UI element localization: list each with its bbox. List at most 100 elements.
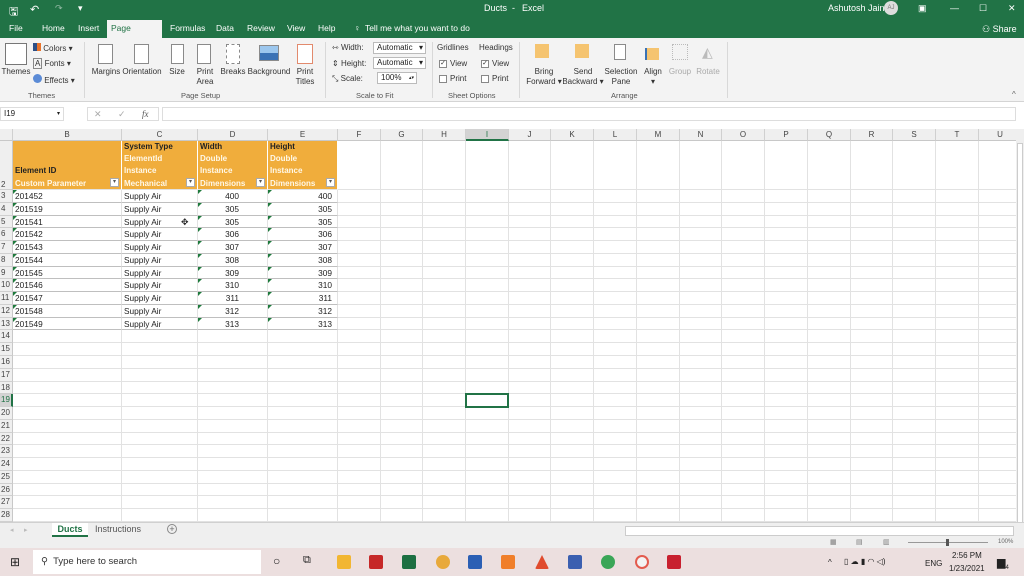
table-cell[interactable]: 305 bbox=[198, 215, 268, 229]
size-button[interactable]: Size bbox=[166, 67, 188, 77]
cell[interactable] bbox=[893, 432, 936, 446]
cell[interactable] bbox=[808, 470, 851, 484]
cell[interactable] bbox=[268, 458, 338, 471]
cell[interactable] bbox=[765, 432, 808, 446]
table-cell[interactable]: 308 bbox=[268, 253, 338, 267]
cell[interactable] bbox=[637, 215, 680, 229]
cell[interactable] bbox=[765, 343, 808, 356]
column-header-B[interactable]: B bbox=[13, 129, 122, 141]
column-header-D[interactable]: D bbox=[198, 129, 268, 141]
r-app-icon[interactable] bbox=[568, 555, 582, 569]
cell[interactable] bbox=[680, 445, 722, 459]
column-header-Q[interactable]: Q bbox=[808, 129, 851, 141]
cell[interactable] bbox=[722, 458, 765, 471]
cell[interactable] bbox=[198, 496, 268, 510]
cell[interactable] bbox=[808, 215, 851, 229]
pdf-app-icon[interactable] bbox=[369, 555, 383, 569]
cell[interactable] bbox=[851, 343, 893, 356]
cell[interactable] bbox=[979, 394, 1016, 408]
cell[interactable] bbox=[423, 330, 466, 344]
tab-help[interactable]: Help bbox=[314, 20, 339, 38]
cell[interactable] bbox=[423, 368, 466, 382]
cell[interactable] bbox=[808, 228, 851, 242]
table-cell[interactable]: 313 bbox=[268, 317, 338, 331]
width-dropdown[interactable]: Automatic ▾ bbox=[373, 42, 426, 54]
cell[interactable] bbox=[936, 356, 979, 369]
column-header-P[interactable]: P bbox=[765, 129, 808, 141]
cell[interactable] bbox=[268, 470, 338, 484]
cell[interactable] bbox=[551, 241, 594, 254]
cell[interactable] bbox=[423, 141, 466, 190]
cell[interactable] bbox=[594, 202, 637, 216]
zoom-slider[interactable] bbox=[908, 539, 988, 546]
cell[interactable] bbox=[122, 445, 198, 459]
cell[interactable] bbox=[637, 407, 680, 420]
cell[interactable] bbox=[551, 419, 594, 433]
row-header-13[interactable]: 13 bbox=[0, 317, 13, 331]
redo-icon[interactable]: ↷ bbox=[55, 3, 63, 14]
cell[interactable] bbox=[808, 253, 851, 267]
cell[interactable] bbox=[423, 215, 466, 229]
table-cell[interactable]: 201519 bbox=[13, 202, 122, 216]
table-cell[interactable]: 309 bbox=[198, 266, 268, 280]
cell[interactable] bbox=[637, 470, 680, 484]
cell[interactable] bbox=[198, 509, 268, 522]
cell[interactable] bbox=[594, 228, 637, 242]
cell[interactable] bbox=[680, 458, 722, 471]
cell[interactable] bbox=[551, 330, 594, 344]
cell[interactable] bbox=[808, 266, 851, 280]
cell[interactable] bbox=[338, 304, 381, 318]
cell[interactable] bbox=[979, 305, 1016, 318]
cell[interactable] bbox=[851, 470, 893, 484]
page-break-view-icon[interactable]: ▥ bbox=[883, 538, 890, 546]
cell[interactable] bbox=[381, 266, 423, 280]
background-button[interactable]: Background bbox=[246, 67, 292, 77]
cell[interactable] bbox=[893, 228, 936, 242]
cell[interactable] bbox=[893, 304, 936, 318]
table-header-cell[interactable]: Width Double Instance Dimensions ▾ bbox=[198, 141, 268, 190]
column-header-H[interactable]: H bbox=[423, 129, 466, 141]
cell[interactable] bbox=[268, 356, 338, 369]
cell[interactable] bbox=[198, 381, 268, 395]
cell[interactable] bbox=[338, 215, 381, 229]
cell[interactable] bbox=[808, 304, 851, 318]
cell[interactable] bbox=[808, 509, 851, 522]
tab-formulas[interactable]: Formulas bbox=[166, 20, 209, 38]
mcafee-icon[interactable] bbox=[667, 555, 681, 569]
cell[interactable] bbox=[594, 445, 637, 459]
cell[interactable] bbox=[423, 343, 466, 356]
cell[interactable] bbox=[338, 279, 381, 293]
column-header-R[interactable]: R bbox=[851, 129, 893, 141]
margins-button[interactable]: Margins bbox=[90, 67, 122, 77]
cell[interactable] bbox=[198, 483, 268, 497]
bring-forward-button[interactable]: Bring Forward ▾ bbox=[524, 67, 564, 87]
cortana-icon[interactable]: ○ bbox=[273, 554, 280, 568]
cell[interactable] bbox=[13, 419, 122, 433]
cell[interactable] bbox=[509, 381, 551, 395]
cell[interactable] bbox=[936, 190, 979, 203]
cell[interactable] bbox=[936, 241, 979, 254]
cell[interactable] bbox=[722, 279, 765, 293]
row-header-12[interactable]: 12 bbox=[0, 304, 13, 318]
cell[interactable] bbox=[893, 330, 936, 344]
cell[interactable] bbox=[851, 496, 893, 510]
normal-view-icon[interactable]: ▦ bbox=[830, 538, 837, 546]
column-header-I[interactable]: I bbox=[466, 129, 509, 141]
table-cell[interactable]: 201547 bbox=[13, 292, 122, 305]
cell[interactable] bbox=[338, 458, 381, 471]
cell[interactable] bbox=[765, 483, 808, 497]
table-header-cell[interactable]: Element ID Custom Parameter ▾ bbox=[13, 141, 122, 190]
cell[interactable] bbox=[680, 215, 722, 229]
table-cell[interactable]: 312 bbox=[198, 304, 268, 318]
cell[interactable] bbox=[381, 419, 423, 433]
share-button[interactable]: ⚇ Share bbox=[982, 24, 1017, 35]
cell[interactable] bbox=[979, 190, 1016, 203]
print-area-button[interactable]: Print Area bbox=[192, 67, 218, 87]
rotate-button[interactable]: Rotate bbox=[695, 67, 721, 77]
cell[interactable] bbox=[893, 394, 936, 408]
cell[interactable] bbox=[979, 369, 1016, 382]
tab-file[interactable]: File bbox=[5, 20, 27, 38]
cell[interactable] bbox=[381, 215, 423, 229]
cell[interactable] bbox=[381, 445, 423, 459]
cell[interactable] bbox=[765, 292, 808, 305]
